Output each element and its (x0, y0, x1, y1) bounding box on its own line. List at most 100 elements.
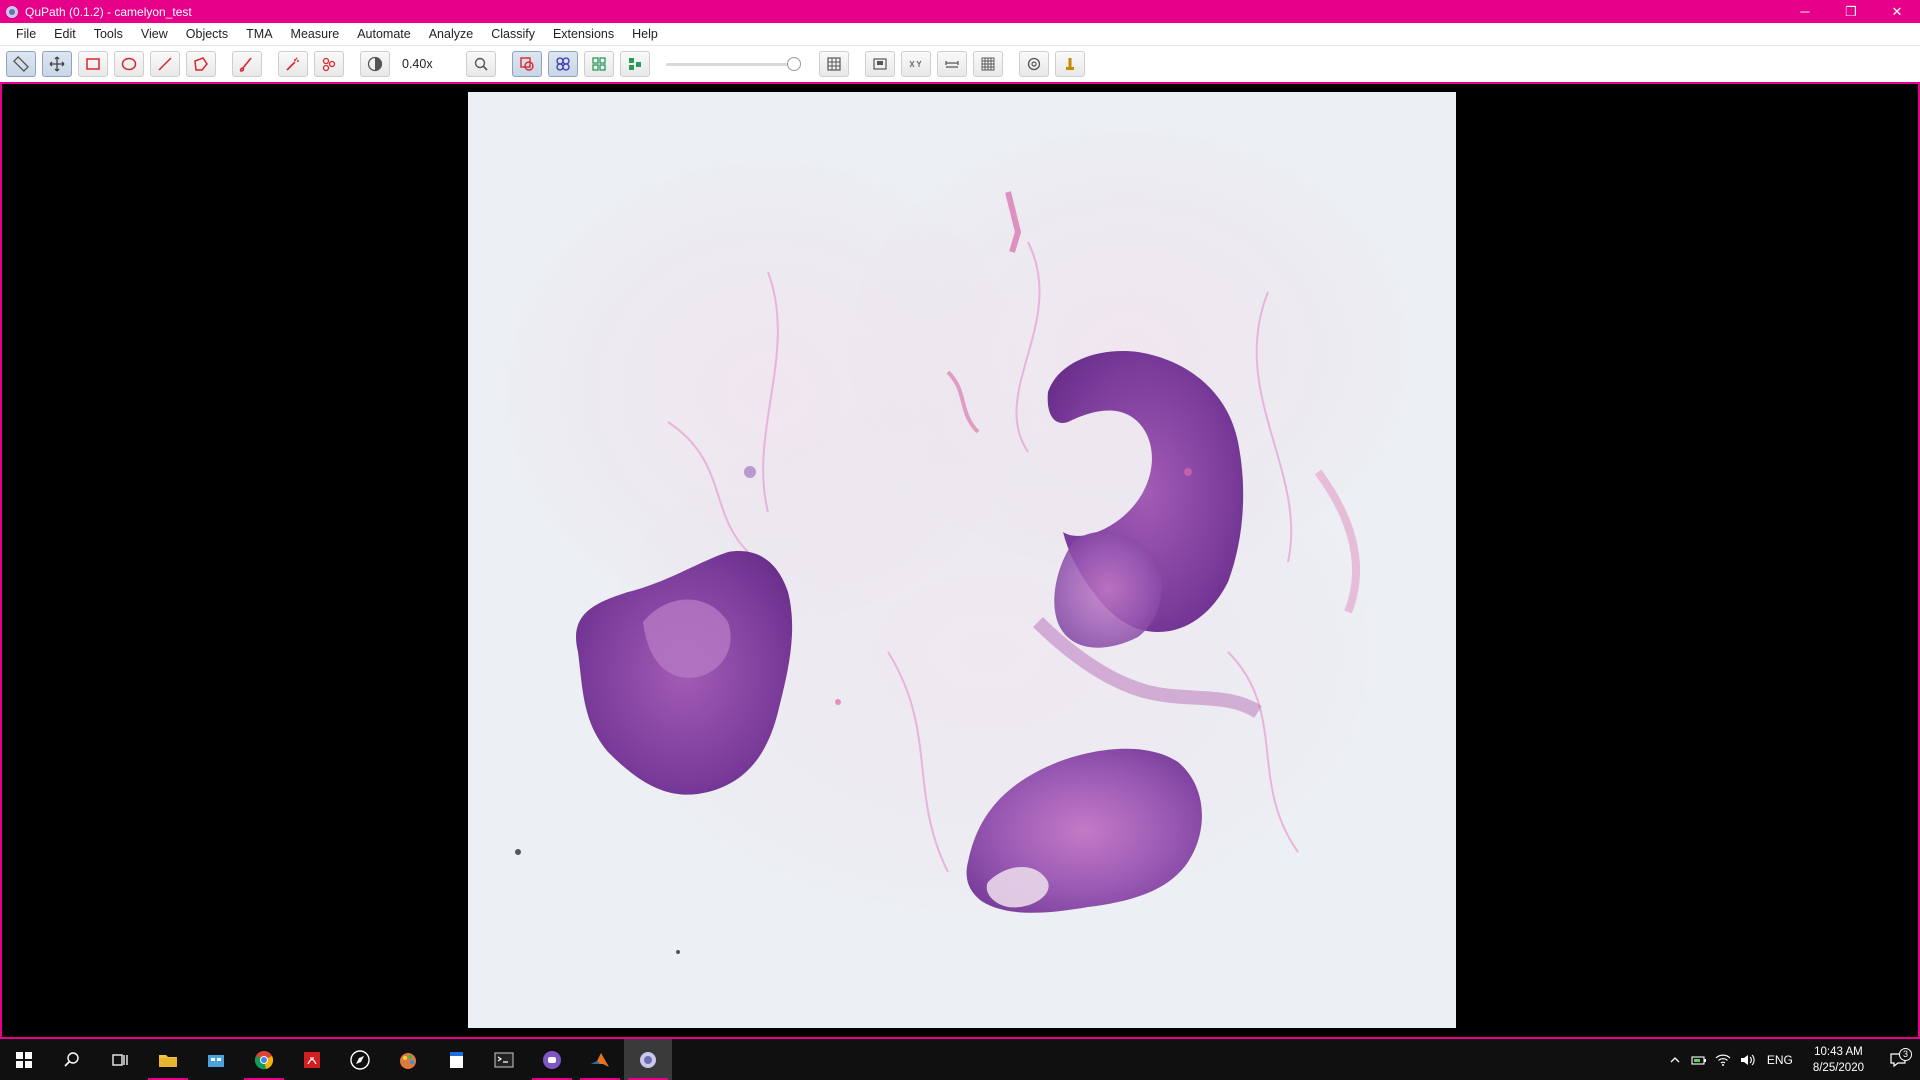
show-detections-button[interactable] (584, 51, 614, 77)
document-icon (450, 1051, 463, 1068)
log-icon (1066, 58, 1074, 70)
menu-file[interactable]: File (0, 23, 45, 46)
brush-tool-button[interactable] (232, 51, 262, 77)
qupath-app-icon (6, 5, 18, 18)
ellipse-tool-button[interactable] (114, 51, 144, 77)
taskbar-matlab[interactable] (576, 1039, 624, 1080)
image-viewer[interactable] (0, 84, 1920, 1039)
show-tma-grid-button[interactable] (548, 51, 578, 77)
toolbar: 0.40x (0, 46, 1920, 84)
taskbar-chrome[interactable] (240, 1039, 288, 1080)
points-icon (322, 57, 336, 72)
taskbar-purple-app[interactable] (528, 1039, 576, 1080)
points-tool-button[interactable] (314, 51, 344, 77)
title-bar: QuPath (0.1.2) - camelyon_test ─ ❐ ✕ (0, 0, 1920, 23)
taskbar-file-explorer[interactable] (144, 1039, 192, 1080)
clock[interactable]: 10:43 AM 8/25/2020 (1801, 1044, 1876, 1076)
fill-detections-button[interactable] (620, 51, 650, 77)
battery-tray-icon[interactable] (1687, 1039, 1711, 1080)
clock-time: 10:43 AM (1814, 1045, 1863, 1058)
gear-icon (1027, 57, 1041, 71)
show-annotations-button[interactable] (512, 51, 542, 77)
wifi-icon (1715, 1054, 1731, 1066)
taskbar-terminal[interactable] (480, 1039, 528, 1080)
line-tool-button[interactable] (150, 51, 180, 77)
minimize-button[interactable]: ─ (1782, 0, 1828, 23)
search-icon (64, 1051, 79, 1067)
task-view-icon (112, 1053, 128, 1066)
close-button[interactable]: ✕ (1874, 0, 1920, 23)
wand-tool-button[interactable] (278, 51, 308, 77)
polygon-icon (194, 57, 208, 71)
scalebar-button[interactable] (937, 51, 967, 77)
search-button[interactable] (48, 1039, 96, 1080)
clock-date: 8/25/2020 (1812, 1061, 1864, 1074)
show-location-button[interactable] (901, 51, 931, 77)
table-icon (827, 57, 841, 71)
menu-classify[interactable]: Classify (482, 23, 544, 46)
menu-view[interactable]: View (132, 23, 177, 46)
input-language[interactable]: ENG (1759, 1053, 1801, 1067)
menu-edit[interactable]: Edit (45, 23, 85, 46)
compass-icon (350, 1049, 370, 1070)
windows-taskbar: ENG 10:43 AM 8/25/2020 3 (0, 1039, 1920, 1080)
move-tool-button[interactable] (42, 51, 72, 77)
opacity-slider[interactable] (666, 51, 801, 77)
taskbar-qupath[interactable] (624, 1039, 672, 1080)
brightness-contrast-button[interactable] (360, 51, 390, 77)
window-title: QuPath (0.1.2) - camelyon_test (25, 4, 192, 19)
volume-tray-icon[interactable] (1735, 1039, 1759, 1080)
move-icon (49, 56, 65, 72)
speaker-icon (1740, 1054, 1755, 1065)
menu-analyze[interactable]: Analyze (420, 23, 482, 46)
pdf-icon (304, 1051, 320, 1068)
measurement-table-button[interactable] (819, 51, 849, 77)
opacity-slider-thumb[interactable] (787, 57, 801, 71)
detections-icon (592, 57, 606, 71)
qupath-icon (640, 1051, 656, 1068)
windows-logo-icon (16, 1051, 32, 1068)
ruler-icon (13, 56, 29, 72)
action-center-button[interactable]: 3 (1876, 1047, 1920, 1068)
terminal-icon (494, 1052, 514, 1067)
menu-extensions[interactable]: Extensions (544, 23, 623, 46)
task-view-button[interactable] (96, 1039, 144, 1080)
xy-location-icon (909, 60, 922, 68)
matlab-icon (591, 1052, 609, 1067)
taskbar-acrobat[interactable] (288, 1039, 336, 1080)
menu-objects[interactable]: Objects (177, 23, 237, 46)
zoom-to-fit-button[interactable] (466, 51, 496, 77)
grid-icon (981, 57, 995, 71)
start-button[interactable] (0, 1039, 48, 1080)
counting-grid-button[interactable] (973, 51, 1003, 77)
annotation-tools-button[interactable] (6, 51, 36, 77)
system-tray: ENG 10:43 AM 8/25/2020 3 (1663, 1039, 1920, 1080)
annotations-icon (520, 57, 534, 71)
brush-icon (239, 57, 252, 72)
menu-measure[interactable]: Measure (282, 23, 349, 46)
menu-automate[interactable]: Automate (348, 23, 420, 46)
menu-help[interactable]: Help (623, 23, 667, 46)
fill-detections-icon (629, 58, 641, 70)
taskbar-store-app[interactable] (192, 1039, 240, 1080)
show-hidden-icons-button[interactable] (1663, 1039, 1687, 1080)
menu-tools[interactable]: Tools (85, 23, 132, 46)
overview-button[interactable] (865, 51, 895, 77)
whole-slide-image[interactable] (468, 92, 1456, 1028)
wifi-tray-icon[interactable] (1711, 1039, 1735, 1080)
zoom-level-label: 0.40x (402, 57, 433, 71)
preferences-button[interactable] (1019, 51, 1049, 77)
restore-button[interactable]: ❐ (1828, 0, 1874, 23)
taskbar-notes-app[interactable] (432, 1039, 480, 1080)
notification-count-badge: 3 (1899, 1047, 1912, 1061)
battery-icon (1691, 1055, 1706, 1065)
tissue-section-image (508, 132, 1408, 954)
taskbar-safari-app[interactable] (336, 1039, 384, 1080)
line-icon (158, 57, 172, 71)
polygon-tool-button[interactable] (186, 51, 216, 77)
menu-tma[interactable]: TMA (237, 23, 281, 46)
taskbar-paint-app[interactable] (384, 1039, 432, 1080)
tma-grid-icon (556, 57, 570, 71)
log-button[interactable] (1055, 51, 1085, 77)
rectangle-tool-button[interactable] (78, 51, 108, 77)
